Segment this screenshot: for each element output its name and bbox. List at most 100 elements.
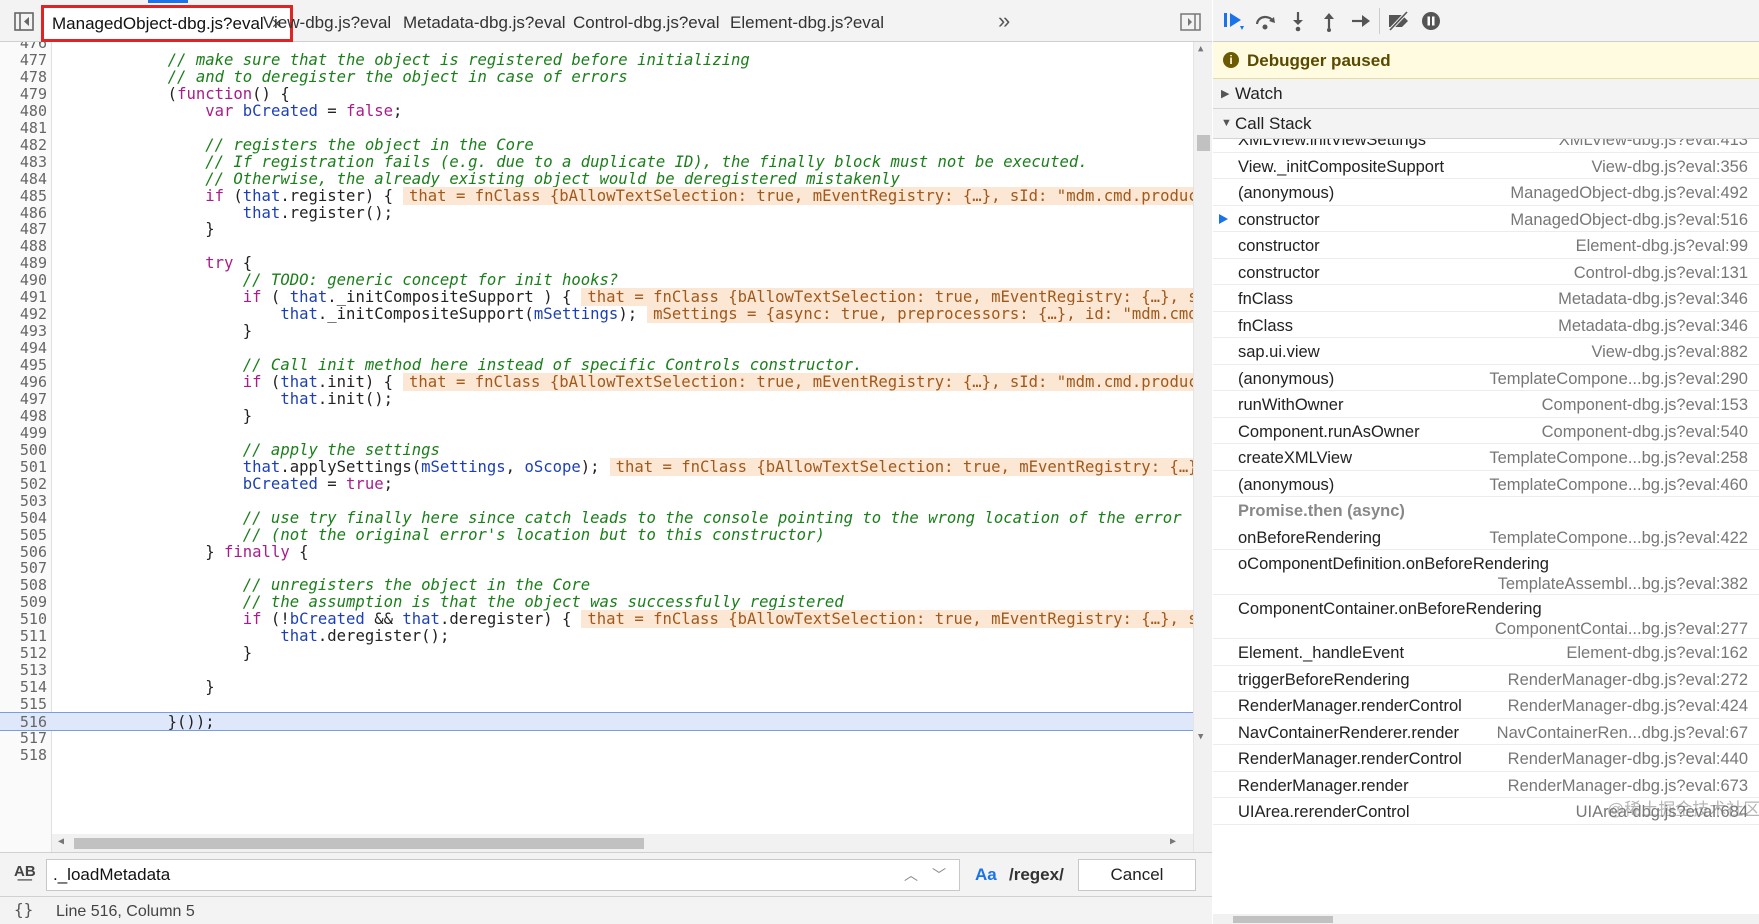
frame-function-name: runWithOwner [1238, 396, 1344, 414]
frame-function-name: NavContainerRenderer.render [1238, 723, 1460, 742]
code-line[interactable]: 518 [0, 746, 1193, 765]
scrollbar-thumb[interactable] [1233, 916, 1333, 923]
cursor-position: Line 516, Column 5 [56, 903, 195, 920]
vertical-scrollbar[interactable]: ▲ ▼ [1193, 42, 1212, 852]
step-over-icon[interactable] [1253, 10, 1279, 32]
frame-location: RenderManager-dbg.js?eval:673 [1507, 776, 1748, 795]
call-frame[interactable]: triggerBeforeRendering RenderManager-dbg.… [1213, 666, 1759, 692]
call-frame[interactable]: XMLView.initViewSettings XMLView-dbg.js?e… [1213, 139, 1759, 153]
tab-element[interactable]: Element-dbg.js?eval [730, 6, 884, 40]
async-separator: Promise.then (async) [1213, 497, 1759, 524]
current-frame-arrow-icon [1219, 213, 1228, 224]
frame-function-name: sap.ui.view [1238, 343, 1320, 361]
scroll-left-icon[interactable]: ◀ [58, 836, 64, 847]
call-frame[interactable]: Element._handleEvent Element-dbg.js?eval:… [1213, 639, 1759, 666]
scroll-right-icon[interactable]: ▶ [1170, 836, 1176, 847]
watch-label: Watch [1235, 84, 1283, 103]
toolbar-divider [1379, 8, 1380, 34]
frame-function-name: (anonymous) [1238, 369, 1335, 388]
search-input[interactable] [46, 859, 960, 891]
frame-location: Control-dbg.js?eval:131 [1573, 263, 1748, 282]
call-frame[interactable]: oComponentDefinition.onBeforeRendering Te… [1213, 550, 1759, 595]
frame-location: Element-dbg.js?eval:99 [1575, 237, 1748, 255]
frame-function-name: Element._handleEvent [1238, 644, 1405, 662]
frame-function-name: Promise.then (async) [1238, 502, 1405, 520]
match-case-toggle[interactable]: Aa [975, 865, 997, 885]
debugger-sidebar: i Debugger paused ▶ Watch ▼ Call Stack X… [1213, 0, 1759, 924]
frame-function-name: (anonymous) [1238, 475, 1335, 494]
frame-function-name: View._initCompositeSupport [1238, 157, 1445, 176]
frame-function-name: constructor [1238, 237, 1320, 255]
call-frame[interactable]: onBeforeRendering TemplateCompone...bg.js… [1213, 524, 1759, 550]
chevron-down-icon[interactable]: ﹀ [932, 865, 946, 885]
call-frame[interactable]: fnClass Metadata-dbg.js?eval:346 [1213, 285, 1759, 312]
frame-function-name: fnClass [1238, 316, 1294, 335]
call-frame[interactable]: (anonymous) TemplateCompone...bg.js?eval:… [1213, 365, 1759, 391]
chevron-right-icon: ▶ [1221, 88, 1230, 100]
call-frame[interactable]: (anonymous) TemplateCompone...bg.js?eval:… [1213, 471, 1759, 497]
call-frame[interactable]: createXMLView TemplateCompone...bg.js?eva… [1213, 444, 1759, 471]
chevron-up-icon[interactable]: ︿ [904, 865, 918, 885]
more-tabs-icon[interactable]: » [998, 8, 1010, 34]
toggle-debugger-sidebar-icon[interactable] [1180, 12, 1202, 32]
resume-icon[interactable] [1221, 10, 1247, 32]
callstack-section-header[interactable]: ▼ Call Stack [1213, 109, 1759, 139]
replace-toggle-icon[interactable]: A͟B [14, 863, 36, 880]
call-frame[interactable]: constructor Element-dbg.js?eval:99 [1213, 232, 1759, 259]
call-frame[interactable]: View._initCompositeSupport View-dbg.js?ev… [1213, 153, 1759, 179]
call-frame[interactable]: (anonymous) ManagedObject-dbg.js?eval:492 [1213, 179, 1759, 206]
chevron-down-icon: ▼ [1221, 117, 1232, 129]
frame-location: ManagedObject-dbg.js?eval:492 [1510, 184, 1748, 202]
watermark: @稀土掘金技术社区 [1607, 800, 1759, 819]
code-editor[interactable]: 476 477 // make sure that the object is r… [0, 42, 1212, 852]
step-icon[interactable] [1348, 10, 1374, 32]
frame-function-name: RenderManager.renderControl [1238, 697, 1462, 715]
call-frame[interactable]: RenderManager.renderControl RenderManager… [1213, 692, 1759, 719]
step-out-icon[interactable] [1316, 10, 1342, 32]
cancel-button[interactable]: Cancel [1078, 859, 1196, 891]
search-bar: A͟B ︿ ﹀ Aa /regex/ Cancel [0, 852, 1212, 896]
call-frame[interactable]: RenderManager.renderControl RenderManager… [1213, 745, 1759, 772]
sidebar-horizontal-scrollbar[interactable] [1213, 914, 1759, 924]
call-frame[interactable]: Component.runAsOwner Component-dbg.js?eva… [1213, 418, 1759, 444]
pretty-print-icon[interactable]: {} [14, 900, 33, 919]
line-number[interactable]: 518 [0, 746, 47, 765]
regex-toggle[interactable]: /regex/ [1009, 865, 1064, 885]
deactivate-breakpoints-icon[interactable] [1386, 10, 1412, 32]
scrollbar-thumb[interactable] [1197, 135, 1210, 151]
call-frame[interactable]: runWithOwner Component-dbg.js?eval:153 [1213, 391, 1759, 418]
call-frame[interactable]: constructor Control-dbg.js?eval:131 [1213, 259, 1759, 285]
frame-location: ComponentContai...bg.js?eval:277 [1494, 619, 1748, 638]
scrollbar-thumb[interactable] [74, 838, 644, 849]
call-frame[interactable]: fnClass Metadata-dbg.js?eval:346 [1213, 312, 1759, 338]
frame-function-name: ComponentContainer.onBeforeRendering [1238, 599, 1542, 618]
step-into-icon[interactable] [1285, 10, 1311, 32]
frame-location: Metadata-dbg.js?eval:346 [1558, 290, 1748, 308]
frame-location: RenderManager-dbg.js?eval:272 [1507, 670, 1748, 689]
info-icon: i [1223, 52, 1239, 68]
call-frame[interactable]: sap.ui.view View-dbg.js?eval:882 [1213, 338, 1759, 365]
frame-function-name: XMLView.initViewSettings [1238, 139, 1427, 149]
frame-function-name: (anonymous) [1238, 184, 1335, 202]
frame-function-name: constructor [1238, 263, 1320, 282]
frame-location: Component-dbg.js?eval:540 [1541, 422, 1748, 441]
tab-managedobject[interactable]: ManagedObject-dbg.js?eval × [41, 5, 293, 42]
horizontal-scrollbar[interactable]: ◀ ▶ [52, 834, 1193, 852]
toggle-navigator-icon[interactable] [10, 10, 40, 34]
frame-function-name: UIArea.rerenderControl [1238, 803, 1410, 821]
pause-on-exceptions-icon[interactable] [1418, 10, 1444, 32]
frame-function-name: createXMLView [1238, 449, 1353, 467]
frame-function-name: RenderManager.render [1238, 776, 1409, 795]
scroll-down-icon[interactable]: ▼ [1198, 732, 1203, 742]
tab-metadata[interactable]: Metadata-dbg.js?eval [403, 6, 566, 40]
frame-location: Component-dbg.js?eval:153 [1541, 396, 1748, 414]
call-frame[interactable]: NavContainerRenderer.render NavContainerR… [1213, 719, 1759, 745]
tab-view[interactable]: View-dbg.js?eval [263, 6, 391, 40]
tab-control[interactable]: Control-dbg.js?eval [573, 6, 719, 40]
frame-location: TemplateAssembl...bg.js?eval:382 [1497, 575, 1748, 593]
call-frame[interactable]: constructor ManagedObject-dbg.js?eval:516 [1213, 206, 1759, 232]
frame-location: Metadata-dbg.js?eval:346 [1558, 316, 1748, 335]
call-frame[interactable]: ComponentContainer.onBeforeRendering Comp… [1213, 595, 1759, 639]
watch-section-header[interactable]: ▶ Watch [1213, 79, 1759, 109]
scroll-up-icon[interactable]: ▲ [1198, 44, 1203, 54]
